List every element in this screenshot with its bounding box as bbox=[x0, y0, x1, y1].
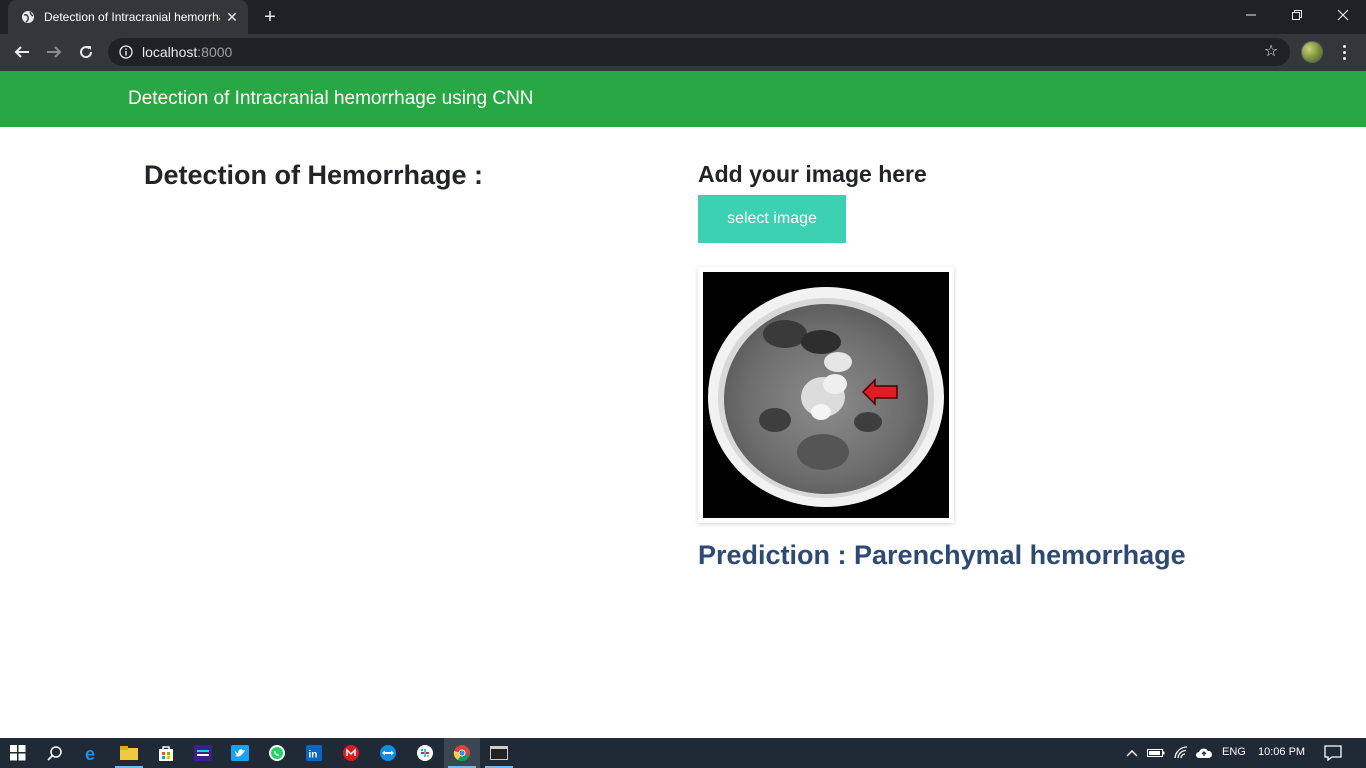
reload-icon[interactable] bbox=[72, 38, 100, 66]
gmail-icon[interactable] bbox=[333, 738, 369, 768]
browser-tab-strip: Detection of Intracranial hemorrhage usi… bbox=[0, 0, 1366, 34]
browser-toolbar: localhost:8000 ☆ bbox=[0, 34, 1366, 71]
close-tab-icon[interactable]: ✕ bbox=[224, 9, 240, 25]
terminal-icon[interactable] bbox=[481, 738, 517, 768]
show-hidden-icons-icon[interactable] bbox=[1124, 738, 1140, 768]
prediction-result: Prediction : Parenchymal hemorrhage bbox=[698, 540, 1186, 570]
profile-avatar[interactable] bbox=[1301, 41, 1323, 63]
amazon-music-icon[interactable] bbox=[185, 738, 221, 768]
wifi-icon[interactable] bbox=[1172, 738, 1192, 768]
edge-icon[interactable]: e bbox=[74, 738, 110, 768]
detection-heading: Detection of Hemorrhage : bbox=[144, 160, 484, 190]
url-host: localhost bbox=[142, 44, 198, 60]
url-text: localhost:8000 bbox=[142, 44, 232, 60]
windows-start-icon[interactable] bbox=[0, 738, 36, 768]
onedrive-cloud-icon[interactable] bbox=[1194, 738, 1214, 768]
restore-icon[interactable] bbox=[1274, 0, 1320, 30]
svg-text:in: in bbox=[309, 750, 318, 761]
file-explorer-icon[interactable] bbox=[111, 738, 147, 768]
tab-title: Detection of Intracranial hemorrhage usi… bbox=[44, 10, 220, 24]
browser-menu-icon[interactable] bbox=[1334, 39, 1354, 65]
url-port: :8000 bbox=[197, 44, 233, 60]
slack-icon[interactable] bbox=[407, 738, 443, 768]
battery-icon[interactable] bbox=[1146, 738, 1166, 768]
new-tab-button[interactable]: + bbox=[258, 5, 282, 29]
windows-taskbar: e in ENG 10:06 PM bbox=[0, 738, 1366, 768]
ct-scan-image bbox=[703, 272, 949, 518]
search-icon[interactable] bbox=[37, 738, 73, 768]
svg-text:e: e bbox=[85, 744, 95, 762]
uploaded-image-preview bbox=[698, 267, 954, 523]
forward-icon[interactable] bbox=[40, 38, 68, 66]
select-image-button[interactable]: select image bbox=[698, 195, 846, 243]
linkedin-icon[interactable]: in bbox=[296, 738, 332, 768]
info-icon[interactable] bbox=[118, 44, 134, 60]
upload-heading: Add your image here bbox=[698, 161, 927, 187]
bookmark-star-icon[interactable]: ☆ bbox=[1262, 43, 1280, 61]
address-bar[interactable]: localhost:8000 ☆ bbox=[108, 38, 1290, 66]
teamviewer-icon[interactable] bbox=[370, 738, 406, 768]
clock[interactable]: 10:06 PM bbox=[1258, 746, 1305, 758]
store-icon[interactable] bbox=[148, 738, 184, 768]
site-navbar: Detection of Intracranial hemorrhage usi… bbox=[0, 71, 1366, 127]
notification-icon[interactable] bbox=[1322, 738, 1344, 768]
whatsapp-icon[interactable] bbox=[259, 738, 295, 768]
chrome-icon[interactable] bbox=[444, 738, 480, 768]
minimize-icon[interactable] bbox=[1228, 0, 1274, 30]
close-window-icon[interactable] bbox=[1320, 0, 1366, 30]
language-indicator[interactable]: ENG bbox=[1222, 746, 1246, 758]
globe-icon bbox=[20, 9, 36, 25]
navbar-brand[interactable]: Detection of Intracranial hemorrhage usi… bbox=[128, 88, 534, 110]
twitter-icon[interactable] bbox=[222, 738, 258, 768]
back-icon[interactable] bbox=[8, 38, 36, 66]
browser-tab[interactable]: Detection of Intracranial hemorrhage usi… bbox=[8, 0, 248, 34]
